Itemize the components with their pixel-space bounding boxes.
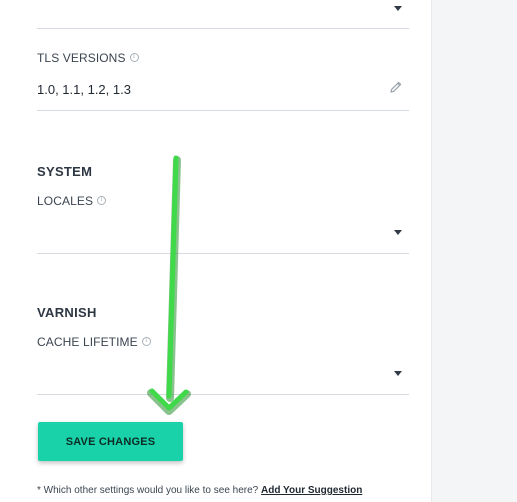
locales-select[interactable]: [37, 218, 409, 252]
locales-label: LOCALES: [37, 194, 107, 208]
varnish-section-title: VARNISH: [37, 305, 97, 320]
cache-lifetime-underline: [37, 394, 409, 395]
system-section-title: SYSTEM: [37, 164, 93, 179]
tls-versions-input[interactable]: 1.0, 1.1, 1.2, 1.3: [37, 82, 131, 97]
tls-versions-underline: [37, 110, 409, 111]
top-field-chevron-down-icon[interactable]: [394, 6, 402, 11]
cache-lifetime-select[interactable]: [37, 358, 409, 394]
locales-label-text: LOCALES: [37, 194, 94, 208]
tls-versions-label: TLS VERSIONS: [37, 51, 139, 65]
locales-underline: [37, 253, 409, 254]
pencil-icon[interactable]: [389, 80, 403, 94]
locales-chevron-down-icon[interactable]: [394, 230, 402, 235]
page-side-background: [431, 0, 517, 502]
locales-info-icon[interactable]: [97, 195, 107, 205]
add-suggestion-link[interactable]: Add Your Suggestion: [261, 485, 362, 496]
suggestion-footer: * Which other settings would you like to…: [37, 485, 362, 496]
tls-versions-info-icon[interactable]: [129, 52, 139, 62]
suggestion-question: * Which other settings would you like to…: [37, 485, 259, 496]
cache-lifetime-info-icon[interactable]: [141, 336, 151, 346]
save-changes-button[interactable]: SAVE CHANGES: [38, 422, 183, 461]
cache-lifetime-label: CACHE LIFETIME: [37, 335, 151, 349]
cache-lifetime-chevron-down-icon[interactable]: [394, 371, 402, 376]
tls-versions-label-text: TLS VERSIONS: [37, 51, 126, 65]
cache-lifetime-label-text: CACHE LIFETIME: [37, 335, 138, 349]
top-field-underline: [37, 28, 409, 29]
